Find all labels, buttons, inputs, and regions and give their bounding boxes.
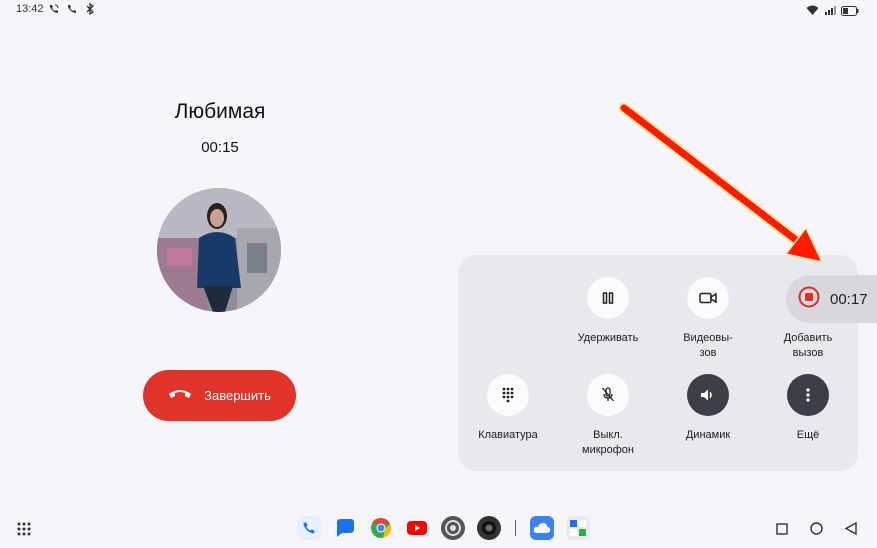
phone-app-icon[interactable] bbox=[297, 516, 321, 540]
videocam-icon bbox=[687, 277, 729, 319]
stop-recording-icon bbox=[798, 286, 820, 312]
more-vert-icon bbox=[787, 374, 829, 416]
video-call-label-line2: зов bbox=[699, 347, 717, 359]
call-duration: 00:15 bbox=[201, 139, 239, 156]
status-bar: 13:42 bbox=[0, 0, 877, 20]
caller-avatar bbox=[157, 188, 281, 312]
keypad-button[interactable]: Клавиатура bbox=[458, 374, 558, 443]
mic-off-icon bbox=[587, 374, 629, 416]
signal-icon bbox=[824, 3, 836, 21]
dock bbox=[297, 516, 590, 540]
video-call-button[interactable]: Видеовы- зов bbox=[658, 277, 758, 361]
add-call-label-line1: Добавить bbox=[783, 332, 833, 344]
more-label: Ещё bbox=[796, 429, 820, 441]
phone-icon bbox=[66, 2, 78, 20]
hang-up-icon bbox=[168, 388, 192, 403]
mute-label-line2: микрофон bbox=[582, 444, 634, 456]
mute-button[interactable]: Выкл. микрофон bbox=[558, 374, 658, 458]
hold-label: Удерживать bbox=[577, 332, 639, 344]
speaker-label: Динамик bbox=[685, 429, 731, 441]
call-recording-indicator[interactable]: 00:17 bbox=[786, 275, 877, 323]
dialpad-icon bbox=[487, 374, 529, 416]
bluetooth-icon bbox=[84, 2, 96, 20]
end-call-button[interactable]: Завершить bbox=[143, 370, 296, 421]
volume-up-icon bbox=[687, 374, 729, 416]
speaker-button[interactable]: Динамик bbox=[658, 374, 758, 443]
camera-app-icon[interactable] bbox=[477, 516, 501, 540]
recents-icon[interactable] bbox=[776, 522, 788, 540]
wifi-icon bbox=[806, 3, 819, 21]
pause-icon bbox=[587, 277, 629, 319]
messages-app-icon[interactable] bbox=[333, 516, 357, 540]
chrome-app-icon[interactable] bbox=[369, 516, 393, 540]
status-time: 13:42 bbox=[16, 3, 44, 15]
taskbar bbox=[0, 512, 877, 548]
cloud-app-icon[interactable] bbox=[530, 516, 554, 540]
battery-icon bbox=[841, 3, 859, 21]
wifi-calling-icon bbox=[48, 2, 60, 20]
back-icon[interactable] bbox=[844, 521, 857, 540]
calculator-app-icon[interactable] bbox=[566, 516, 590, 540]
end-call-label: Завершить bbox=[204, 388, 271, 403]
keypad-label: Клавиатура bbox=[478, 429, 538, 441]
dock-divider bbox=[515, 520, 516, 536]
youtube-app-icon[interactable] bbox=[405, 516, 429, 540]
navigation-bar bbox=[776, 521, 857, 540]
more-button[interactable]: Ещё bbox=[758, 374, 858, 443]
recording-elapsed: 00:17 bbox=[830, 290, 868, 308]
caller-name: Любимая bbox=[174, 100, 266, 123]
add-call-label-line2: вызов bbox=[792, 347, 824, 359]
mute-label-line1: Выкл. bbox=[593, 429, 623, 441]
app-drawer-icon[interactable] bbox=[17, 522, 31, 541]
settings-app-icon[interactable] bbox=[441, 516, 465, 540]
video-call-label-line1: Видеовы- bbox=[683, 332, 733, 344]
home-icon[interactable] bbox=[810, 522, 823, 540]
hold-button[interactable]: Удерживать bbox=[558, 277, 658, 346]
